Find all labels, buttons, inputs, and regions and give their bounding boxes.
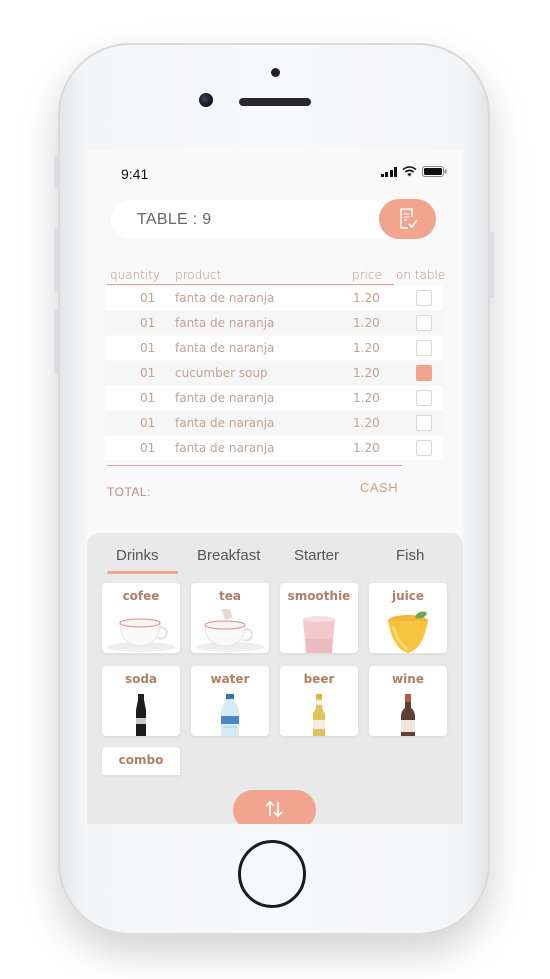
on-table-checkbox[interactable] — [416, 415, 432, 431]
row-quantity: 01 — [140, 341, 156, 355]
wifi-icon — [402, 166, 417, 177]
menu-item-soda[interactable]: soda — [102, 666, 180, 736]
soda-bottle-icon — [136, 694, 146, 736]
row-price: 1.20 — [353, 316, 380, 330]
row-product: fanta de naranja — [175, 316, 275, 330]
cellular-signal-icon — [380, 166, 397, 177]
menu-item-water[interactable]: water — [191, 666, 269, 736]
tab-fish[interactable]: Fish — [396, 547, 424, 564]
row-price: 1.20 — [353, 291, 380, 305]
menu-item-wine[interactable]: wine — [369, 666, 447, 736]
row-quantity: 01 — [140, 391, 156, 405]
menu-item-juice[interactable]: juice — [369, 583, 447, 653]
order-row[interactable]: 01 fanta de naranja 1.20 — [105, 436, 443, 460]
row-price: 1.20 — [353, 366, 380, 380]
menu-item-label: water — [210, 672, 250, 686]
total-label: TOTAL: — [107, 485, 151, 499]
order-row[interactable]: 01 cucumber soup 1.20 — [105, 361, 443, 385]
status-time: 9:41 — [121, 166, 149, 182]
row-quantity: 01 — [140, 366, 156, 380]
column-header-price: price — [352, 268, 382, 282]
bill-button[interactable] — [379, 199, 436, 239]
row-price: 1.20 — [353, 341, 380, 355]
menu-item-coffee[interactable]: cofee — [102, 583, 180, 653]
total-divider — [107, 465, 402, 466]
receipt-check-icon — [400, 208, 418, 229]
column-header-quantity: quantity — [110, 268, 161, 282]
water-bottle-icon — [221, 694, 239, 736]
table-label: TABLE : 9 — [137, 211, 212, 228]
wine-bottle-icon — [401, 694, 415, 736]
status-icons — [380, 166, 448, 177]
order-row[interactable]: 01 fanta de naranja 1.20 — [105, 411, 443, 435]
menu-item-label: cofee — [122, 589, 160, 603]
row-product: fanta de naranja — [175, 391, 275, 405]
app-screen: 9:41 TABLE : 9 quantity product price on… — [87, 150, 463, 824]
header-divider — [107, 284, 394, 285]
on-table-checkbox[interactable] — [416, 290, 432, 306]
menu-item-smoothie[interactable]: smoothie — [280, 583, 358, 653]
juice-glass-icon — [388, 611, 428, 653]
smoothie-glass-icon — [303, 616, 335, 653]
row-product: fanta de naranja — [175, 341, 275, 355]
order-row[interactable]: 01 fanta de naranja 1.20 — [105, 311, 443, 335]
menu-item-label: soda — [124, 672, 158, 686]
row-price: 1.20 — [353, 391, 380, 405]
menu-item-beer[interactable]: beer — [280, 666, 358, 736]
row-price: 1.20 — [353, 441, 380, 455]
tab-drinks[interactable]: Drinks — [116, 547, 159, 564]
earpiece-speaker — [239, 98, 311, 106]
coffee-cup-icon — [107, 618, 175, 652]
order-row[interactable]: 01 fanta de naranja 1.20 — [105, 286, 443, 310]
column-header-product: product — [175, 268, 222, 282]
menu-item-label: tea — [219, 589, 241, 603]
menu-item-tea[interactable]: tea — [191, 583, 269, 653]
row-quantity: 01 — [140, 316, 156, 330]
proximity-sensor — [271, 68, 280, 77]
volume-up-button — [54, 228, 58, 292]
beer-bottle-icon — [313, 694, 325, 736]
on-table-checkbox[interactable] — [416, 340, 432, 356]
row-product: cucumber soup — [175, 366, 268, 380]
battery-icon — [422, 166, 447, 177]
on-table-checkbox[interactable] — [416, 315, 432, 331]
row-quantity: 01 — [140, 291, 156, 305]
row-quantity: 01 — [140, 416, 156, 430]
menu-item-label: beer — [303, 672, 335, 686]
on-table-checkbox[interactable] — [416, 365, 432, 381]
row-product: fanta de naranja — [175, 291, 275, 305]
row-price: 1.20 — [353, 416, 380, 430]
active-tab-indicator — [107, 571, 178, 574]
tab-starter[interactable]: Starter — [294, 547, 339, 564]
menu-item-label: combo — [118, 753, 164, 767]
row-product: fanta de naranja — [175, 416, 275, 430]
front-camera — [199, 93, 213, 107]
menu-panel: Drinks Breakfast Starter Fish cofee tea — [87, 533, 463, 824]
on-table-checkbox[interactable] — [416, 440, 432, 456]
order-row[interactable]: 01 fanta de naranja 1.20 — [105, 386, 443, 410]
payment-method[interactable]: CASH — [360, 480, 398, 495]
volume-down-button — [54, 310, 58, 374]
swap-button[interactable] — [233, 790, 316, 824]
menu-item-label: juice — [391, 589, 425, 603]
menu-item-label: wine — [392, 672, 424, 686]
tab-breakfast[interactable]: Breakfast — [197, 547, 260, 564]
home-button[interactable] — [238, 840, 306, 908]
tea-cup-icon — [196, 609, 264, 652]
on-table-checkbox[interactable] — [416, 390, 432, 406]
menu-item-combo[interactable]: combo — [102, 747, 180, 775]
swap-vertical-icon — [265, 800, 283, 818]
order-row[interactable]: 01 fanta de naranja 1.20 — [105, 336, 443, 360]
column-header-on-table: on table — [396, 268, 446, 282]
power-button — [490, 232, 494, 298]
row-quantity: 01 — [140, 441, 156, 455]
mute-switch — [54, 155, 58, 189]
row-product: fanta de naranja — [175, 441, 275, 455]
menu-item-label: smoothie — [287, 589, 351, 603]
